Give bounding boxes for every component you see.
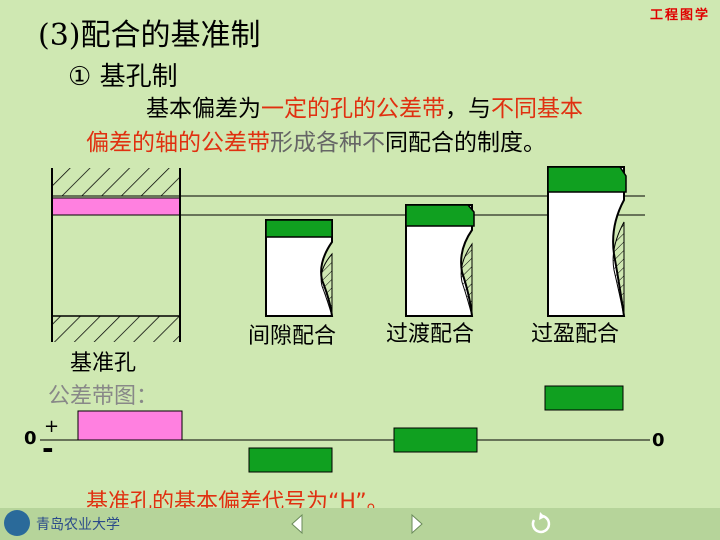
transition-fit-label: 过渡配合: [386, 322, 475, 347]
interference-shaft: [547, 166, 627, 317]
hole-zone: [77, 410, 183, 441]
next-icon[interactable]: [410, 513, 424, 539]
clearance-fit-label: 间隙配合: [248, 324, 337, 349]
hole-tolerance-band: [51, 197, 181, 216]
shaft-tolerance-band: [405, 204, 475, 227]
clearance-shaft-zone: [248, 447, 333, 473]
fit-diagram: [40, 166, 650, 473]
interference-fit-label: 过盈配合: [531, 322, 620, 347]
transition-shaft-zone: [393, 427, 478, 453]
return-icon[interactable]: [528, 512, 552, 540]
slide: (3)配合的基准制 工程图学 ① 基孔制 基本偏差为一定的孔的公差带，与不同基本…: [0, 0, 720, 540]
zero-left: 0: [24, 428, 37, 449]
interference-shaft-zone: [544, 385, 624, 411]
base-hole: [51, 168, 181, 342]
clearance-shaft: [265, 219, 334, 317]
base-hole-label: 基准孔: [70, 351, 137, 376]
hole-top-hatch: [52, 168, 180, 196]
shaft-tolerance-band: [265, 219, 333, 238]
zero-right: 0: [652, 430, 665, 451]
shaft-tolerance-band: [547, 166, 627, 193]
hole-bottom-hatch: [52, 316, 180, 342]
minus-sign: -: [42, 432, 54, 465]
university-logo-icon: [4, 510, 30, 536]
prev-icon[interactable]: [290, 513, 304, 539]
tolerance-chart-label: 公差带图：: [48, 384, 159, 409]
university-name: 青岛农业大学: [36, 517, 120, 533]
transition-shaft: [405, 204, 475, 317]
